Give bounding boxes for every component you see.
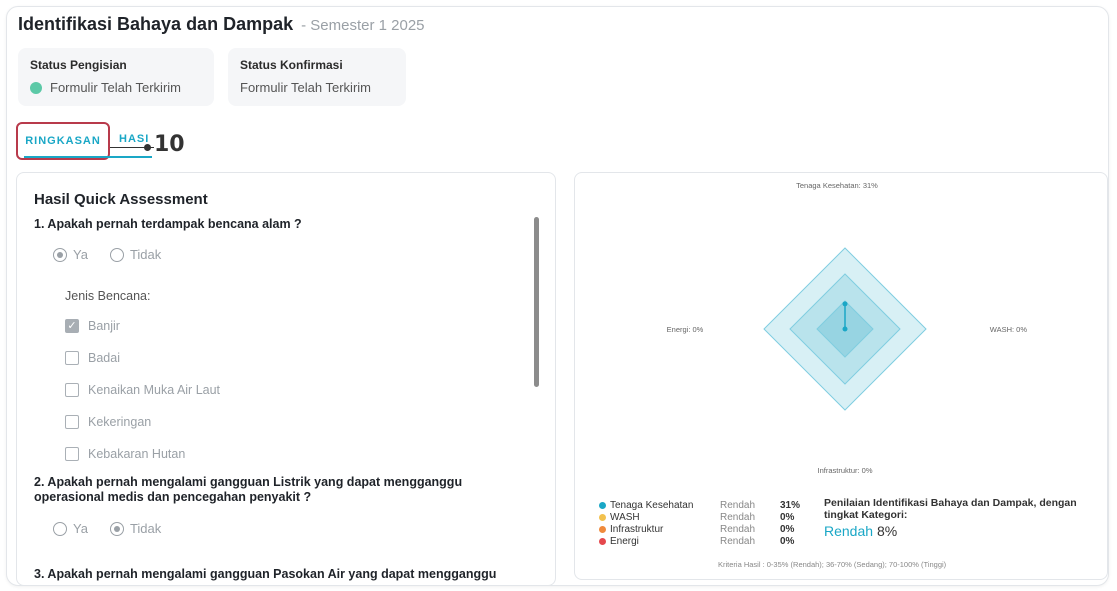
checkbox-kebakaran-hutan[interactable] xyxy=(65,447,79,461)
radar-legend: Tenaga Kesehatan Rendah 31% WASH Rendah … xyxy=(599,499,810,547)
legend-category: Rendah xyxy=(720,511,756,523)
radio-ya[interactable] xyxy=(53,521,67,536)
legend-dot-icon xyxy=(599,513,606,521)
checkbox-kekeringan[interactable] xyxy=(65,415,79,429)
tab-active-underline xyxy=(24,156,152,158)
checkbox-label: Kebakaran Hutan xyxy=(88,447,186,461)
radar-point-center xyxy=(842,326,848,332)
legend-percent: 31% xyxy=(780,499,801,511)
summary-text: Penilaian Identifikasi Bahaya dan Dampak… xyxy=(824,497,1077,521)
checkbox-row-kenaikan: Kenaikan Muka Air Laut xyxy=(65,383,220,397)
radio-tidak-label: Tidak xyxy=(129,521,162,536)
legend-percent: 0% xyxy=(780,511,795,523)
checkbox-kenaikan-muka-air-laut[interactable] xyxy=(65,383,79,397)
question-2: 2. Apakah pernah mengalami gangguan List… xyxy=(34,475,463,504)
checkbox-label: Kekeringan xyxy=(88,415,152,429)
summary-result: Rendah 8% xyxy=(824,523,1084,539)
criteria-text: Kriteria Hasil : 0-35% (Rendah); 36-70% … xyxy=(718,560,947,569)
legend-name: Tenaga Kesehatan xyxy=(610,499,694,511)
checkbox-row-kebakaran: Kebakaran Hutan xyxy=(65,447,185,461)
radio-tidak-label: Tidak xyxy=(129,247,162,262)
radar-label-right: WASH: 0% xyxy=(990,325,1028,334)
radar-label-top: Tenaga Kesehatan: 31% xyxy=(796,181,878,190)
status-konfirmasi-value: Formulir Telah Terkirim xyxy=(240,80,371,95)
legend-percent: 0% xyxy=(780,535,795,547)
assessment-summary: Penilaian Identifikasi Bahaya dan Dampak… xyxy=(824,497,1084,539)
checkbox-label: Kenaikan Muka Air Laut xyxy=(88,383,221,397)
question-2-options: Ya Tidak xyxy=(53,521,161,536)
legend-name: Energi xyxy=(610,535,639,547)
legend-row: Tenaga Kesehatan Rendah 31% xyxy=(599,499,810,511)
callout-dot xyxy=(144,144,151,151)
legend-dot-icon xyxy=(599,501,606,509)
legend-row: Energi Rendah 0% xyxy=(599,535,810,547)
legend-category: Rendah xyxy=(720,523,756,535)
assessment-panel: Hasil Quick Assessment 1. Apakah pernah … xyxy=(16,172,556,586)
checkbox-row-banjir: ✓ Banjir xyxy=(65,319,120,333)
status-dot-icon xyxy=(30,81,42,94)
radar-panel: Tenaga Kesehatan: 31% WASH: 0% Infrastru… xyxy=(574,172,1108,580)
legend-name: Infrastruktur xyxy=(610,523,664,535)
assessment-title: Hasil Quick Assessment xyxy=(34,191,208,208)
page-title: Identifikasi Bahaya dan Dampak xyxy=(18,14,294,34)
radio-tidak[interactable] xyxy=(109,247,124,262)
legend-percent: 0% xyxy=(780,523,795,535)
checkbox-label: Badai xyxy=(88,351,120,365)
radar-label-left: Energi: 0% xyxy=(667,325,704,334)
question-1-options: Ya Tidak xyxy=(53,247,161,262)
status-konfirmasi-label: Status Konfirmasi xyxy=(240,58,343,72)
legend-dot-icon xyxy=(599,537,606,545)
scrollbar-thumb[interactable] xyxy=(534,217,539,387)
checkbox-label: Banjir xyxy=(88,319,120,333)
status-pengisian-value: Formulir Telah Terkirim xyxy=(30,80,202,95)
tab-ringkasan[interactable]: RINGKASAN xyxy=(16,122,110,160)
radar-point-tenaga-kesehatan xyxy=(842,301,848,307)
status-pengisian-text: Formulir Telah Terkirim xyxy=(50,80,181,95)
legend-category: Rendah xyxy=(720,499,756,511)
legend-name: WASH xyxy=(610,511,640,523)
legend-category: Rendah xyxy=(720,535,756,547)
callout-number: 10 xyxy=(154,132,185,157)
jenis-bencana-label: Jenis Bencana: xyxy=(65,289,151,303)
page-header: Identifikasi Bahaya dan Dampak - Semeste… xyxy=(18,14,425,35)
tab-hasil[interactable]: HASI xyxy=(119,133,149,145)
summary-category: Rendah xyxy=(824,523,874,539)
legend-dot-icon xyxy=(599,525,606,533)
status-pengisian-label: Status Pengisian xyxy=(30,58,127,72)
radio-ya-label: Ya xyxy=(73,247,88,262)
question-3: 3. Apakah pernah mengalami gangguan Paso… xyxy=(34,567,497,581)
status-pengisian-box: Status Pengisian Formulir Telah Terkirim xyxy=(18,48,214,106)
radar-label-bottom: Infrastruktur: 0% xyxy=(817,466,872,475)
checkbox-banjir[interactable]: ✓ xyxy=(65,319,79,333)
checkbox-badai[interactable] xyxy=(65,351,79,365)
legend-row: WASH Rendah 0% xyxy=(599,511,810,523)
page-subtitle: - Semester 1 2025 xyxy=(301,17,425,34)
checkbox-row-kekeringan: Kekeringan xyxy=(65,415,151,429)
status-konfirmasi-box: Status Konfirmasi Formulir Telah Terkiri… xyxy=(228,48,406,106)
radio-tidak[interactable] xyxy=(109,521,124,536)
legend-row: Infrastruktur Rendah 0% xyxy=(599,523,810,535)
summary-percent: 8% xyxy=(876,523,898,539)
radar-chart: Tenaga Kesehatan: 31% WASH: 0% Infrastru… xyxy=(667,181,1028,475)
radio-ya-label: Ya xyxy=(73,521,88,536)
radio-ya[interactable] xyxy=(53,247,67,262)
checkbox-row-badai: Badai xyxy=(65,351,120,365)
question-1: 1. Apakah pernah terdampak bencana alam … xyxy=(34,217,302,231)
